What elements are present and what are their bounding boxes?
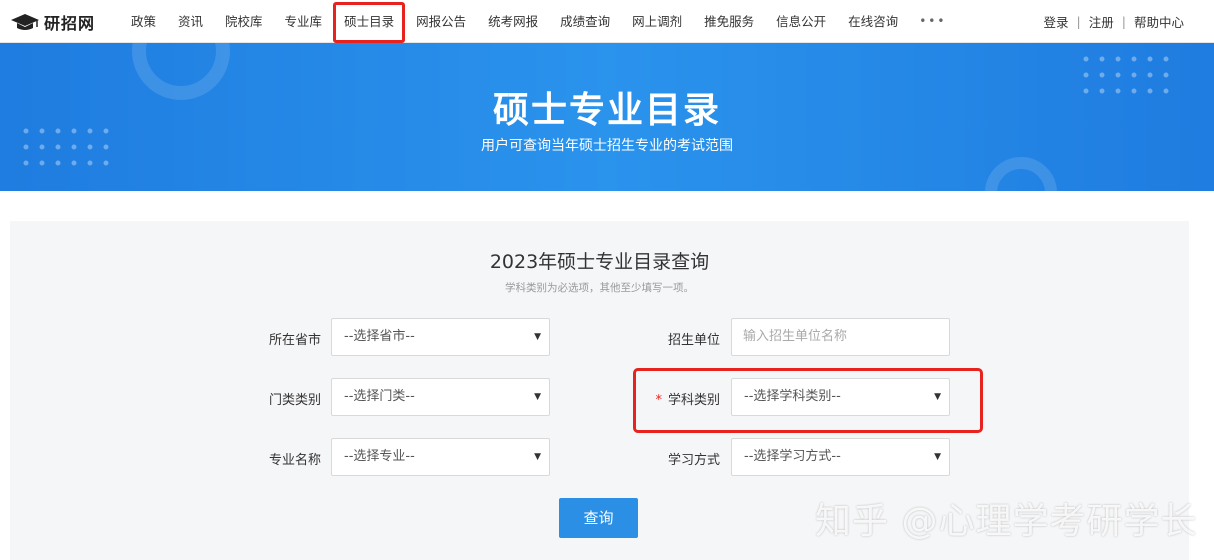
category-label: 门类类别 bbox=[268, 393, 321, 408]
register-link[interactable]: 注册 bbox=[1089, 12, 1114, 31]
major-select-value: --选择专业-- bbox=[344, 449, 415, 464]
search-title: 2023年硕士专业目录查询 bbox=[489, 251, 710, 273]
separator: | bbox=[1121, 14, 1126, 29]
nav-item-majors[interactable]: 专业库 bbox=[274, 0, 334, 43]
chevron-down-icon: ▼ bbox=[934, 452, 941, 462]
unit-input[interactable]: 输入招生单位名称 bbox=[731, 318, 950, 356]
nav-item-score-query[interactable]: 成绩查询 bbox=[549, 0, 621, 43]
nav-item-online-consult[interactable]: 在线咨询 bbox=[837, 0, 909, 43]
nav-item-info-disclosure[interactable]: 信息公开 bbox=[765, 0, 837, 43]
login-link[interactable]: 登录 bbox=[1044, 12, 1069, 31]
top-navigation: 研招网 政策 资讯 院校库 专业库 硕士目录 网报公告 统考网报 成绩查询 网上… bbox=[0, 0, 1214, 43]
graduation-cap-icon bbox=[11, 14, 39, 30]
page-subtitle: 用户可查询当年硕士招生专业的考试范围 bbox=[481, 138, 733, 154]
major-label: 专业名称 bbox=[268, 453, 321, 468]
major-select[interactable]: --选择专业-- ▼ bbox=[331, 438, 550, 476]
nav-item-registration-notice[interactable]: 网报公告 bbox=[405, 0, 477, 43]
nav-item-policy[interactable]: 政策 bbox=[120, 0, 167, 43]
help-center-link[interactable]: 帮助中心 bbox=[1134, 12, 1184, 31]
chevron-down-icon: ▼ bbox=[534, 452, 541, 462]
site-logo[interactable]: 研招网 bbox=[10, 10, 95, 34]
logo-text: 研招网 bbox=[44, 14, 96, 33]
main-menu: 政策 资讯 院校库 专业库 硕士目录 网报公告 统考网报 成绩查询 网上调剂 推… bbox=[120, 0, 956, 43]
study-mode-label: 学习方式 bbox=[667, 453, 720, 468]
category-select[interactable]: --选择门类-- ▼ bbox=[331, 378, 550, 416]
category-select-value: --选择门类-- bbox=[344, 389, 415, 404]
search-hint: 学科类别为必选项，其他至少填写一项。 bbox=[505, 282, 694, 294]
nav-item-adjustment[interactable]: 网上调剂 bbox=[621, 0, 693, 43]
more-menu-icon[interactable]: ••• bbox=[909, 0, 956, 43]
province-label: 所在省市 bbox=[268, 333, 321, 348]
chevron-down-icon: ▼ bbox=[534, 332, 541, 342]
nav-item-recommendation[interactable]: 推免服务 bbox=[693, 0, 765, 43]
nav-item-news[interactable]: 资讯 bbox=[167, 0, 214, 43]
account-links: 登录 | 注册 | 帮助中心 bbox=[1044, 0, 1184, 43]
province-select-value: --选择省市-- bbox=[344, 329, 415, 344]
nav-item-exam-registration[interactable]: 统考网报 bbox=[477, 0, 549, 43]
province-select[interactable]: --选择省市-- ▼ bbox=[331, 318, 550, 356]
page-banner: 硕士专业目录 用户可查询当年硕士招生专业的考试范围 bbox=[0, 43, 1214, 191]
page-title: 硕士专业目录 bbox=[492, 90, 721, 131]
highlight-annotation bbox=[633, 368, 983, 433]
separator: | bbox=[1076, 14, 1081, 29]
nav-item-master-catalog[interactable]: 硕士目录 bbox=[333, 0, 406, 43]
unit-label: 招生单位 bbox=[667, 333, 720, 348]
study-mode-select[interactable]: --选择学习方式-- ▼ bbox=[731, 438, 950, 476]
study-mode-select-value: --选择学习方式-- bbox=[744, 449, 841, 464]
search-button[interactable]: 查询 bbox=[559, 498, 638, 538]
chevron-down-icon: ▼ bbox=[534, 392, 541, 402]
watermark: 知乎 @心理学考研学长 bbox=[815, 501, 1198, 542]
nav-item-schools[interactable]: 院校库 bbox=[214, 0, 274, 43]
